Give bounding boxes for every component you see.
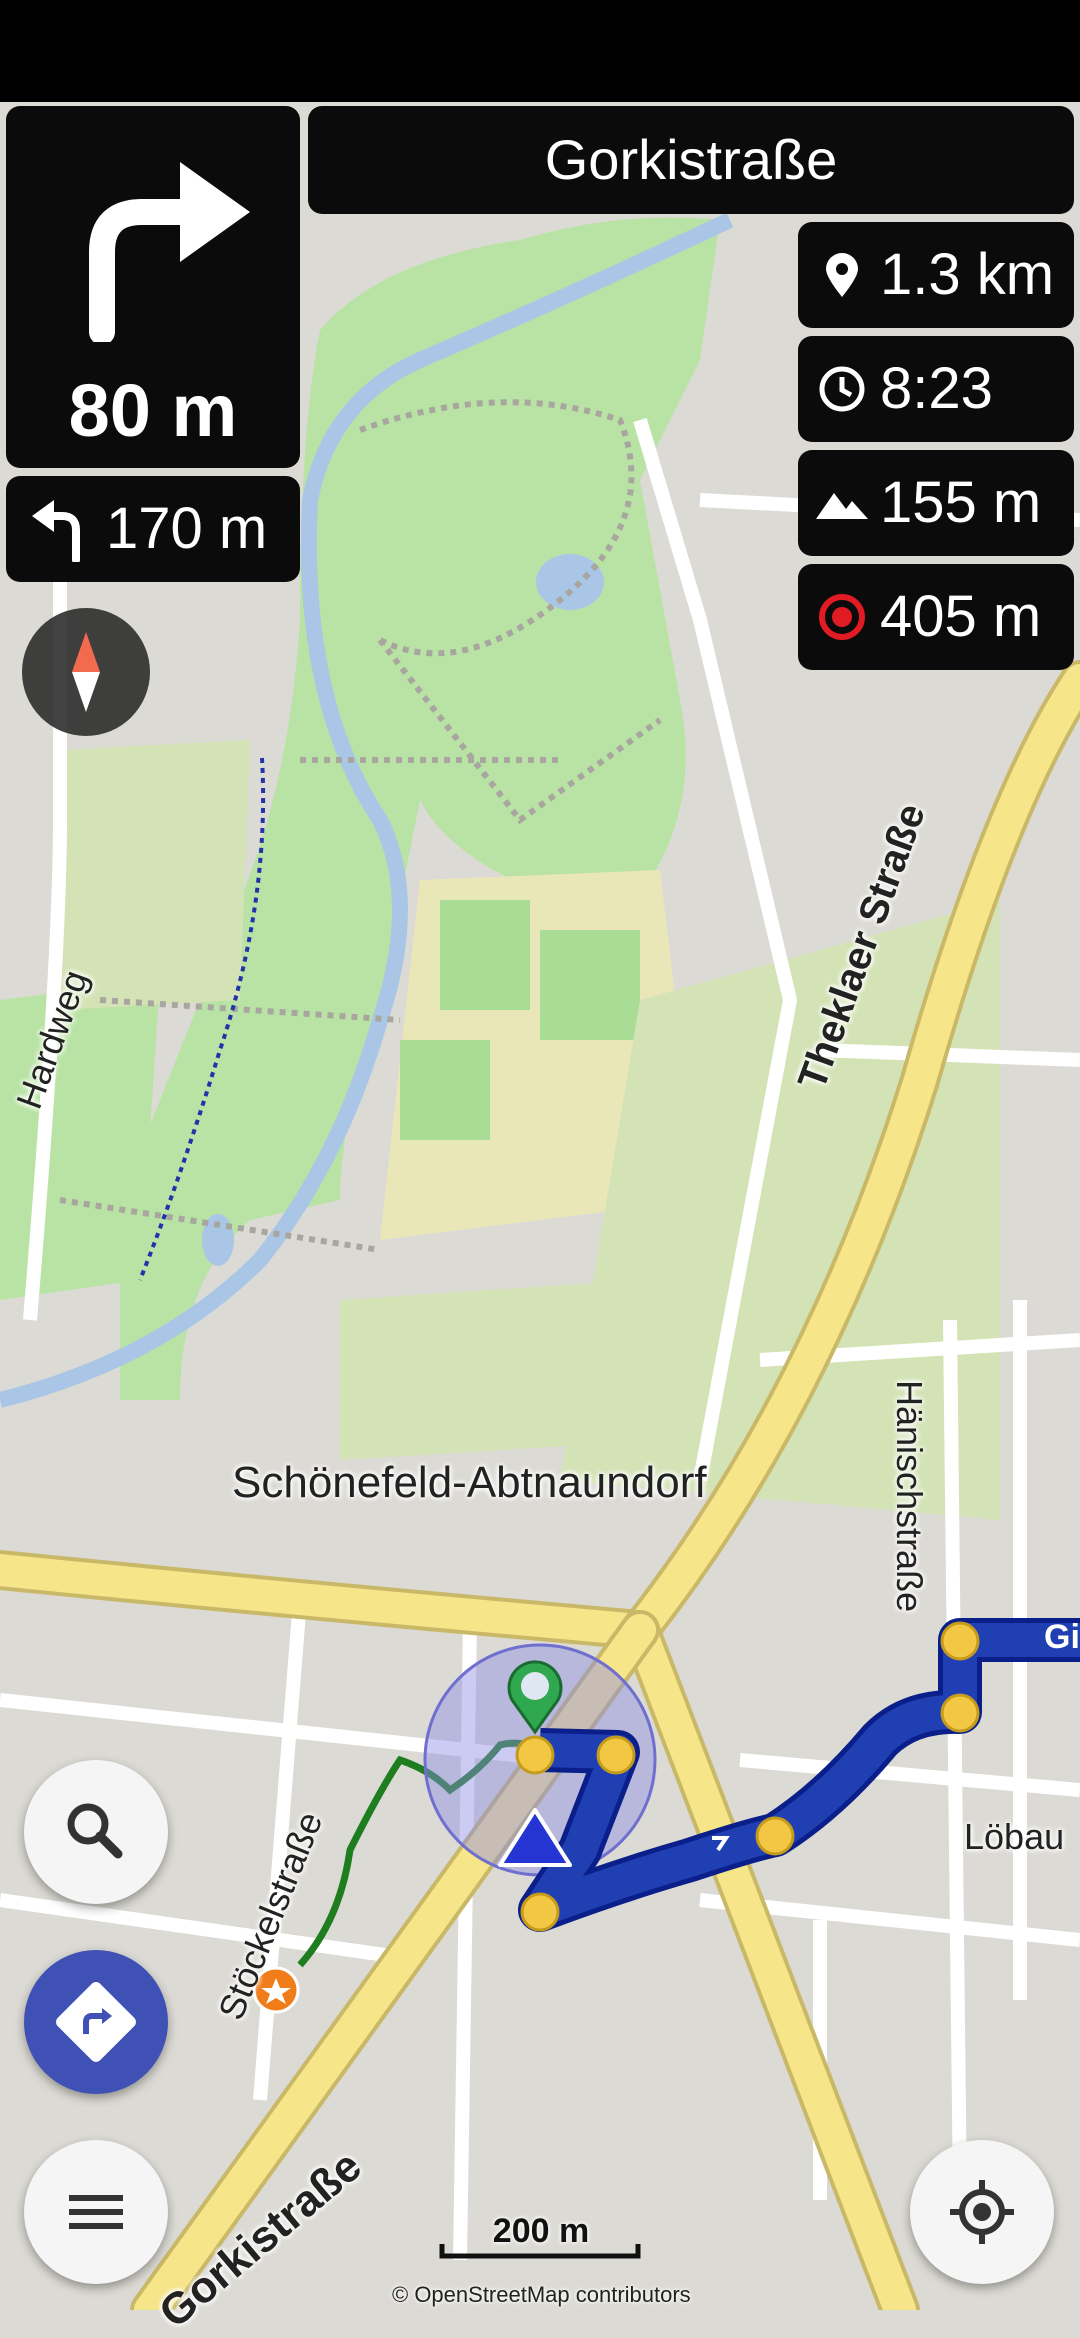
scale-label: 200 m: [492, 2212, 590, 2250]
street-name-banner: Gorkistraße: [308, 106, 1074, 214]
next-turn-card[interactable]: 170 m: [6, 476, 300, 582]
menu-button[interactable]: [24, 2140, 168, 2284]
menu-icon: [69, 2195, 123, 2229]
allotment-area: [340, 1280, 660, 1460]
clock-icon: [819, 366, 865, 412]
street-label-haenisch: Hänischstraße: [889, 1380, 930, 1613]
sports-pitch: [400, 1040, 490, 1140]
stat-target-distance[interactable]: 405 m: [798, 564, 1074, 670]
map-attribution[interactable]: © OpenStreetMap contributors: [392, 2282, 691, 2308]
compass-button[interactable]: [22, 608, 150, 736]
compass-icon: [72, 632, 100, 712]
map-scale: 200 m: [440, 2212, 642, 2252]
my-location-button[interactable]: [910, 2140, 1054, 2284]
mountain-icon: [816, 493, 868, 519]
search-icon: [67, 1803, 123, 1859]
next-turn-distance: 170 m: [106, 496, 268, 561]
sports-pitch: [540, 930, 640, 1040]
stat-value: 405 m: [880, 584, 1042, 649]
search-button[interactable]: [24, 1760, 168, 1904]
target-icon: [819, 594, 865, 640]
directions-icon: [56, 1982, 136, 2062]
park-area-west: [0, 980, 160, 1300]
pond: [536, 554, 604, 610]
turn-distance: 80 m: [68, 369, 238, 452]
turn-left-arrow-icon: [32, 500, 80, 562]
my-location-icon: [950, 2180, 1014, 2244]
stat-value: 8:23: [880, 356, 993, 421]
stat-elevation[interactable]: 155 m: [798, 450, 1074, 556]
directions-button[interactable]: [24, 1950, 168, 2094]
status-bar: [0, 0, 1080, 102]
stat-time[interactable]: 8:23: [798, 336, 1074, 442]
sports-pitch: [440, 900, 530, 1010]
location-pin-icon: [826, 253, 858, 297]
stat-distance-to-target[interactable]: 1.3 km: [798, 222, 1074, 328]
turn-right-arrow-icon: [89, 162, 250, 342]
stat-value: 1.3 km: [880, 242, 1055, 307]
turn-instruction-card[interactable]: 80 m: [6, 106, 300, 468]
district-label: Schönefeld-Abtnaundorf: [232, 1458, 707, 1507]
street-label-gi: Gi: [1044, 1618, 1080, 1656]
street-label-loebau: Löbau: [964, 1816, 1065, 1857]
stat-value: 155 m: [880, 470, 1042, 535]
allotment-area: [60, 740, 250, 1010]
